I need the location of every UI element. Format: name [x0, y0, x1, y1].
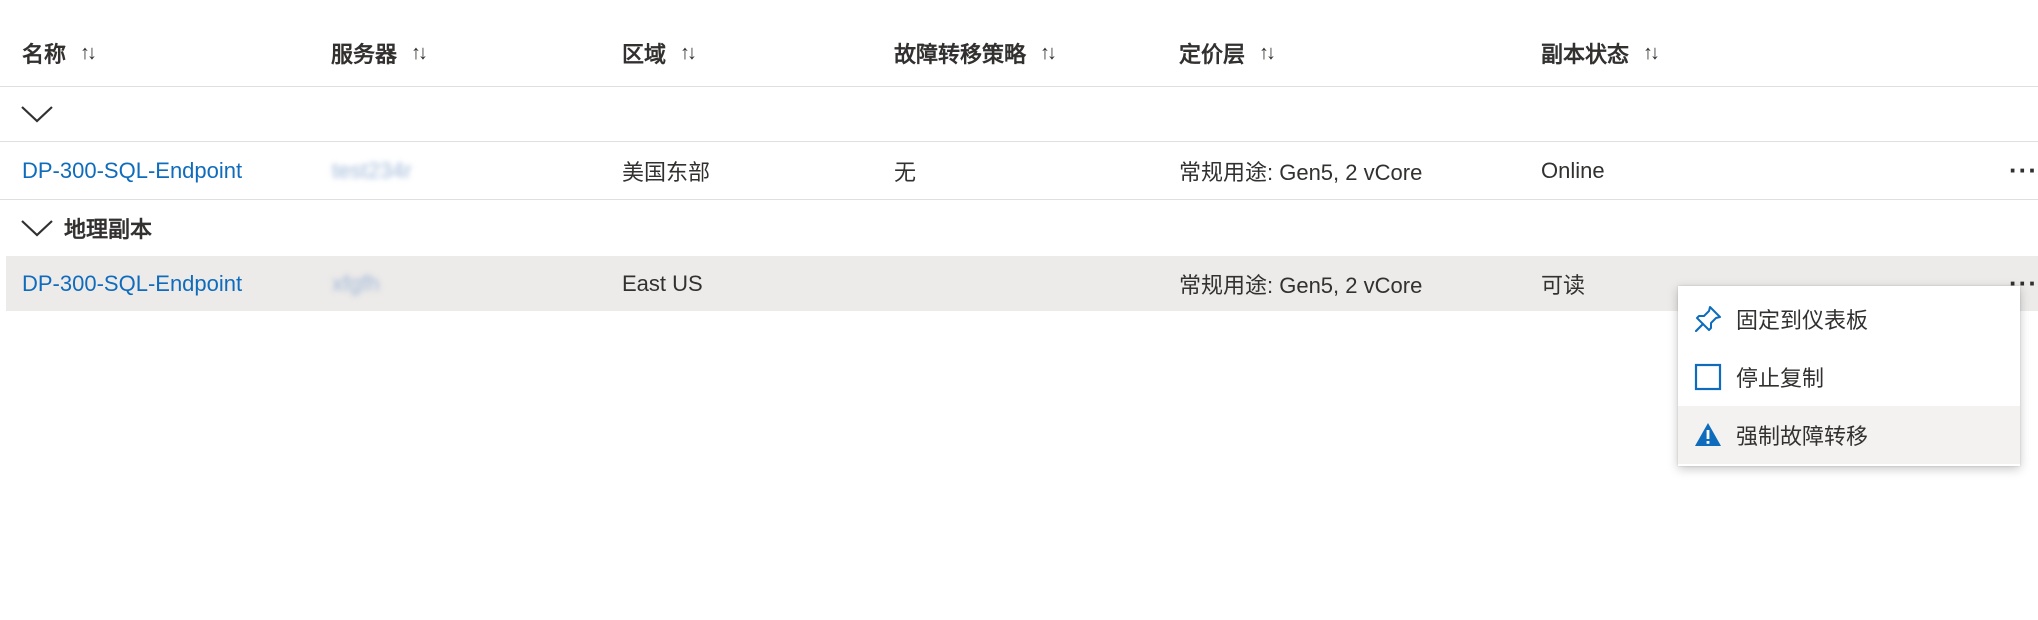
group-header-geo-replica[interactable]: 地理副本: [0, 200, 2038, 256]
menu-item-stop-replication[interactable]: 停止复制: [1678, 348, 2020, 406]
sort-icon[interactable]: ↑↓: [411, 42, 428, 65]
sort-icon[interactable]: ↑↓: [80, 42, 97, 65]
warning-icon: [1692, 419, 1724, 451]
column-label: 服务器: [331, 42, 398, 67]
checkbox-icon: [1692, 361, 1724, 393]
failover-policy-value: 无: [894, 159, 917, 185]
chevron-down-icon[interactable]: [20, 87, 54, 141]
column-label: 副本状态: [1541, 42, 1630, 67]
column-header-replica-status[interactable]: 副本状态 ↑↓: [1541, 20, 1660, 86]
column-header-failover-policy[interactable]: 故障转移策略 ↑↓: [894, 20, 1057, 86]
server-link[interactable]: test234r: [332, 142, 412, 199]
database-name-link[interactable]: DP-300-SQL-Endpoint: [22, 142, 242, 199]
column-label: 区域: [622, 42, 667, 67]
sort-icon[interactable]: ↑↓: [1259, 42, 1276, 65]
replica-status-value: 可读: [1541, 272, 1586, 298]
column-header-server[interactable]: 服务器 ↑↓: [331, 20, 428, 86]
column-label: 故障转移策略: [894, 42, 1027, 67]
context-menu: 固定到仪表板 停止复制 强制故障转移: [1678, 286, 2020, 466]
pricing-tier-value: 常规用途: Gen5, 2 vCore: [1179, 159, 1423, 185]
column-label: 名称: [22, 42, 67, 67]
pin-icon: [1692, 303, 1724, 335]
group-label: 地理副本: [64, 217, 153, 242]
menu-item-pin-to-dashboard[interactable]: 固定到仪表板: [1678, 290, 2020, 348]
column-header-name[interactable]: 名称 ↑↓: [22, 20, 97, 86]
database-name-link[interactable]: DP-300-SQL-Endpoint: [22, 256, 242, 311]
sort-icon[interactable]: ↑↓: [1643, 42, 1660, 65]
group-header-primary[interactable]: [0, 87, 2038, 142]
menu-item-label: 强制故障转移: [1736, 424, 1869, 449]
menu-item-label: 固定到仪表板: [1736, 308, 1869, 333]
replica-status-value: Online: [1541, 157, 1605, 183]
column-header-pricing-tier[interactable]: 定价层 ↑↓: [1179, 20, 1276, 86]
grid-header: 名称 ↑↓ 服务器 ↑↓ 区域 ↑↓ 故障转移策略 ↑↓ 定价层 ↑↓ 副本状态…: [0, 20, 2038, 87]
pricing-tier-value: 常规用途: Gen5, 2 vCore: [1179, 272, 1423, 298]
sort-icon[interactable]: ↑↓: [680, 42, 697, 65]
table-row[interactable]: DP-300-SQL-Endpoint test234r 美国东部 无 常规用途…: [0, 142, 2038, 200]
column-header-region[interactable]: 区域 ↑↓: [622, 20, 697, 86]
menu-item-forced-failover[interactable]: 强制故障转移: [1678, 406, 2020, 464]
sort-icon[interactable]: ↑↓: [1040, 42, 1057, 65]
menu-item-label: 停止复制: [1736, 366, 1825, 391]
region-value: 美国东部: [622, 159, 711, 185]
more-actions-icon[interactable]: ···: [2009, 142, 2038, 199]
chevron-down-icon[interactable]: [20, 200, 54, 256]
column-label: 定价层: [1179, 42, 1246, 67]
server-link[interactable]: xfgfh: [332, 256, 380, 311]
region-value: East US: [622, 270, 703, 296]
